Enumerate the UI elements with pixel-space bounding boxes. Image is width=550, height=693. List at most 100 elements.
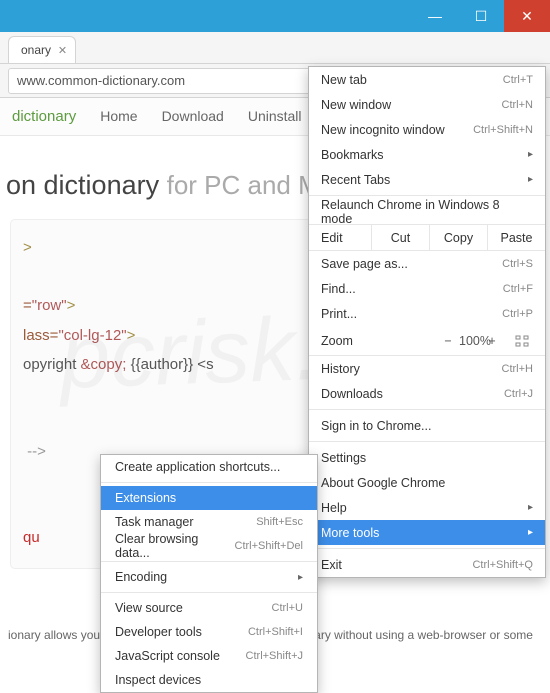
menu-label: More tools <box>321 526 379 540</box>
menu-label: Help <box>321 501 347 515</box>
window-minimize-button[interactable]: — <box>412 0 458 32</box>
menu-save-page[interactable]: Save page as... Ctrl+S <box>309 251 545 276</box>
more-tools-submenu: Create application shortcuts... Extensio… <box>100 454 318 693</box>
submenu-task-manager[interactable]: Task managerShift+Esc <box>101 510 317 534</box>
menu-label: Print... <box>321 307 357 321</box>
menu-label: New window <box>321 98 391 112</box>
menu-new-tab[interactable]: New tab Ctrl+T <box>309 67 545 92</box>
menu-shortcut: Ctrl+U <box>272 602 303 614</box>
menu-label: Encoding <box>115 570 167 584</box>
menu-label: Extensions <box>115 491 176 505</box>
menu-find[interactable]: Find... Ctrl+F <box>309 276 545 301</box>
hero-main: on dictionary <box>6 170 159 200</box>
submenu-encoding[interactable]: Encoding ▸ <box>101 565 317 589</box>
site-brand: dictionary <box>12 108 76 125</box>
menu-shortcut: Ctrl+F <box>503 283 533 295</box>
fullscreen-button[interactable] <box>511 335 533 347</box>
menu-label: Bookmarks <box>321 148 384 162</box>
menu-label: Sign in to Chrome... <box>321 419 431 433</box>
menu-label: Exit <box>321 558 342 572</box>
menu-downloads[interactable]: DownloadsCtrl+J <box>309 381 545 406</box>
menu-shortcut: Shift+Esc <box>256 516 303 528</box>
menu-new-window[interactable]: New window Ctrl+N <box>309 92 545 117</box>
menu-more-tools[interactable]: More tools ▸ <box>309 520 545 545</box>
menu-separator <box>309 409 545 410</box>
menu-label: Downloads <box>321 387 383 401</box>
menu-bookmarks[interactable]: Bookmarks▸ <box>309 142 545 167</box>
submenu-developer-tools[interactable]: Developer tools Ctrl+Shift+I <box>101 620 317 644</box>
menu-label: About Google Chrome <box>321 476 445 490</box>
submenu-view-source[interactable]: View source Ctrl+U <box>101 596 317 620</box>
tab-close-icon[interactable]: ✕ <box>58 44 67 57</box>
menu-separator <box>101 561 317 562</box>
menu-label: New incognito window <box>321 123 445 137</box>
menu-paste[interactable]: Paste <box>487 225 545 250</box>
menu-label: Relaunch Chrome in Windows 8 mode <box>321 198 533 226</box>
menu-about[interactable]: About Google Chrome <box>309 470 545 495</box>
code-line: {{author}} <s <box>126 356 213 373</box>
menu-shortcut: Ctrl+N <box>502 99 533 111</box>
nav-link-home[interactable]: Home <box>100 108 137 125</box>
menu-shortcut: Ctrl+Shift+I <box>248 626 303 638</box>
chrome-main-menu: New tab Ctrl+T New window Ctrl+N New incog… <box>308 66 546 578</box>
window-titlebar: — ☐ ✕ <box>0 0 550 32</box>
menu-separator <box>101 482 317 483</box>
browser-tab[interactable]: onary ✕ <box>8 36 76 63</box>
code-line: lass= <box>23 327 58 344</box>
submenu-inspect-devices[interactable]: Inspect devices <box>101 668 317 692</box>
menu-cut[interactable]: Cut <box>371 225 429 250</box>
menu-edit-label: Edit <box>309 225 371 250</box>
zoom-in-button[interactable]: + <box>481 334 503 348</box>
menu-label: Developer tools <box>115 625 202 639</box>
submenu-extensions[interactable]: Extensions <box>101 486 317 510</box>
menu-shortcut: Ctrl+Shift+J <box>246 650 303 662</box>
menu-shortcut: Ctrl+Shift+Q <box>472 559 533 571</box>
menu-relaunch-win8[interactable]: Relaunch Chrome in Windows 8 mode <box>309 199 545 224</box>
menu-separator <box>101 592 317 593</box>
menu-edit-row: Edit Cut Copy Paste <box>309 224 545 251</box>
submenu-clear-browsing-data[interactable]: Clear browsing data...Ctrl+Shift+Del <box>101 534 317 558</box>
menu-history[interactable]: History Ctrl+H <box>309 356 545 381</box>
menu-shortcut: Ctrl+T <box>503 74 533 86</box>
chevron-right-icon: ▸ <box>528 527 533 538</box>
menu-help[interactable]: Help ▸ <box>309 495 545 520</box>
menu-label: Create application shortcuts... <box>115 460 280 474</box>
window-close-button[interactable]: ✕ <box>504 0 550 32</box>
chevron-right-icon: ▸ <box>528 502 533 513</box>
menu-shortcut: Ctrl+P <box>502 308 533 320</box>
code-line: qu <box>23 529 40 546</box>
window-maximize-button[interactable]: ☐ <box>458 0 504 32</box>
menu-zoom-row: Zoom − 100% + <box>309 326 545 356</box>
code-line: opyright <box>23 356 81 373</box>
chevron-right-icon: ▸ <box>298 572 303 583</box>
menu-incognito[interactable]: New incognito window Ctrl+Shift+N <box>309 117 545 142</box>
zoom-value: 100% <box>459 334 481 348</box>
menu-shortcut: Ctrl+H <box>502 363 533 375</box>
menu-copy[interactable]: Copy <box>429 225 487 250</box>
menu-label: New tab <box>321 73 367 87</box>
menu-shortcut: Ctrl+Shift+Del <box>235 540 303 552</box>
menu-label: Recent Tabs <box>321 173 390 187</box>
menu-print[interactable]: Print... Ctrl+P <box>309 301 545 326</box>
menu-recent-tabs[interactable]: Recent Tabs ▸ <box>309 167 545 192</box>
nav-link-uninstall[interactable]: Uninstall <box>248 108 302 125</box>
code-line: > <box>127 327 136 344</box>
menu-label: History <box>321 362 360 376</box>
code-line: "row" <box>32 297 67 314</box>
menu-settings[interactable]: Settings <box>309 445 545 470</box>
tab-title: onary <box>21 43 51 57</box>
menu-shortcut: Ctrl+S <box>502 258 533 270</box>
tab-strip: onary ✕ <box>0 32 550 64</box>
menu-label: Save page as... <box>321 257 408 271</box>
zoom-out-button[interactable]: − <box>437 334 459 348</box>
nav-link-download[interactable]: Download <box>162 108 224 125</box>
chevron-right-icon: ▸ <box>528 174 533 185</box>
submenu-create-shortcuts[interactable]: Create application shortcuts... <box>101 455 317 479</box>
menu-exit[interactable]: Exit Ctrl+Shift+Q <box>309 552 545 577</box>
menu-signin[interactable]: Sign in to Chrome... <box>309 413 545 438</box>
menu-label: Clear browsing data... <box>115 532 235 560</box>
menu-shortcut: Ctrl+Shift+N <box>473 124 533 136</box>
menu-label: Find... <box>321 282 356 296</box>
menu-label: View source <box>115 601 183 615</box>
code-line: = <box>23 297 32 314</box>
